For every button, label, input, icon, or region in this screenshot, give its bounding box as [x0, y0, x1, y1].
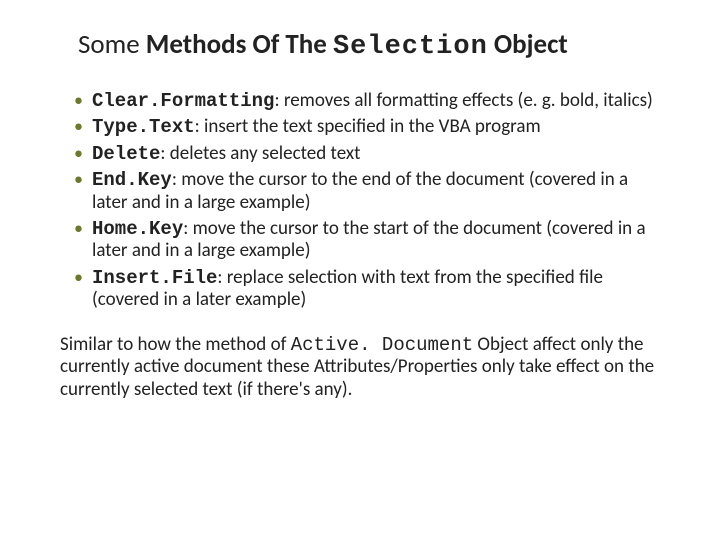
method-desc: : insert the text specified in the VBA p… — [195, 115, 541, 138]
method-name: End.Key — [92, 169, 172, 191]
method-desc: : deletes any selected text — [160, 142, 360, 165]
methods-list: Clear.Formatting: removes all formatting… — [60, 90, 670, 312]
footer-pre: Similar to how the method of — [60, 333, 291, 356]
title-pre: Some — [78, 28, 146, 61]
method-name: Delete — [92, 143, 160, 165]
method-desc: : move the cursor to the end of the docu… — [92, 168, 628, 213]
footer-paragraph: Similar to how the method of Active. Doc… — [60, 334, 670, 402]
title-mid: Methods Of The — [146, 28, 333, 61]
title-post: Object — [488, 28, 568, 61]
footer-code: Active. Document — [291, 334, 473, 356]
method-name: Clear.Formatting — [92, 90, 274, 112]
list-item: Insert.File: replace selection with text… — [70, 267, 664, 312]
title-code: Selection — [333, 32, 488, 62]
page-title: Some Methods Of The Selection Object — [60, 28, 670, 62]
list-item: Home.Key: move the cursor to the start o… — [70, 218, 664, 263]
method-name: Home.Key — [92, 218, 183, 240]
list-item: Clear.Formatting: removes all formatting… — [70, 90, 664, 112]
method-name: Insert.File — [92, 267, 217, 289]
list-item: Delete: deletes any selected text — [70, 143, 664, 165]
method-name: Type.Text — [92, 116, 195, 138]
method-desc: : removes all formatting effects (e. g. … — [274, 89, 652, 112]
slide: Some Methods Of The Selection Object Cle… — [0, 0, 720, 432]
list-item: End.Key: move the cursor to the end of t… — [70, 169, 664, 214]
list-item: Type.Text: insert the text specified in … — [70, 116, 664, 138]
